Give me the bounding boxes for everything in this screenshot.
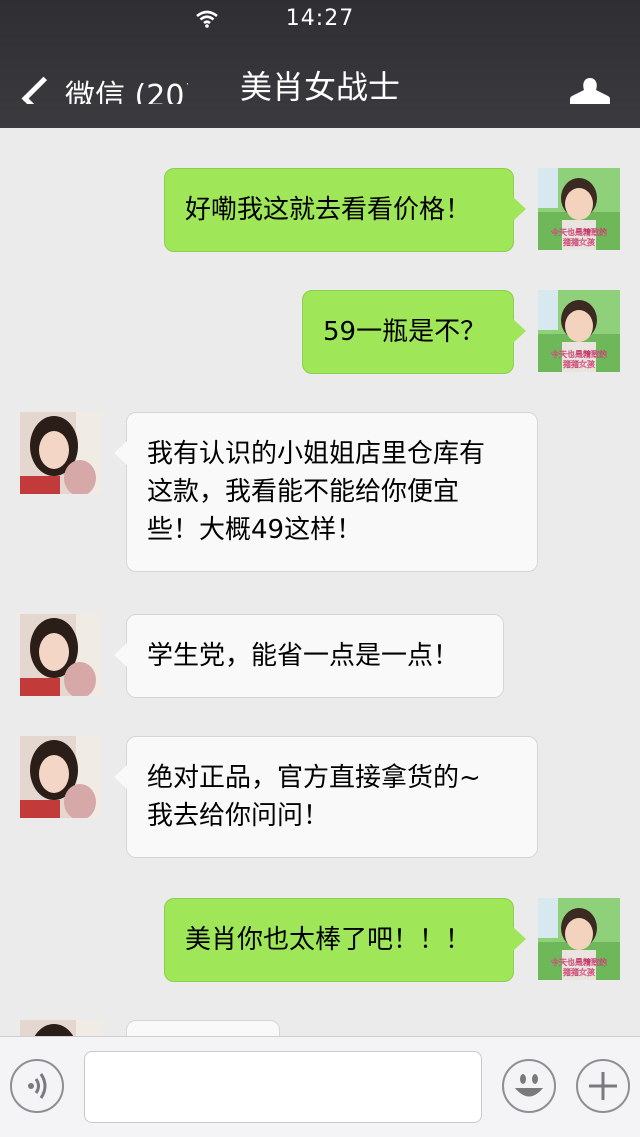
svg-text:今天也是精致的: 今天也是精致的 bbox=[551, 349, 607, 359]
person-icon[interactable] bbox=[570, 78, 610, 104]
my-avatar[interactable]: 今天也是精致的 猪猪女孩 bbox=[538, 168, 620, 250]
smiley-icon bbox=[515, 1074, 543, 1097]
voice-button[interactable] bbox=[10, 1059, 64, 1113]
svg-text:今天也是精致的: 今天也是精致的 bbox=[551, 227, 607, 237]
input-bar bbox=[0, 1036, 640, 1137]
svg-text:今天也是精致的: 今天也是精致的 bbox=[551, 957, 607, 967]
message-input[interactable] bbox=[84, 1051, 482, 1123]
my-avatar[interactable]: 今天也是精致的 猪猪女孩 bbox=[538, 290, 620, 372]
status-time: 14:27 bbox=[285, 6, 355, 31]
incoming-message-bubble[interactable] bbox=[126, 1020, 280, 1036]
nav-bar: 14:27 微信 (20) 美肖女战士 bbox=[0, 0, 640, 128]
svg-text:猪猪女孩: 猪猪女孩 bbox=[563, 359, 595, 369]
chat-scroll-area[interactable]: 今天也是精致的 猪猪女孩 好嘞我这就去看看价格！ 今天也是精致的 猪猪女孩 59… bbox=[0, 128, 640, 1036]
my-avatar[interactable]: 今天也是精致的 猪猪女孩 bbox=[538, 898, 620, 980]
outgoing-message-bubble[interactable]: 好嘞我这就去看看价格！ bbox=[164, 168, 526, 252]
voice-icon bbox=[28, 1073, 47, 1099]
contact-avatar[interactable] bbox=[20, 614, 102, 696]
plus-icon bbox=[589, 1072, 617, 1100]
chat-title: 美肖女战士 bbox=[239, 68, 400, 106]
incoming-message-bubble[interactable]: 学生党，能省一点是一点！ bbox=[114, 614, 504, 698]
contact-avatar[interactable] bbox=[20, 412, 102, 494]
incoming-message-bubble[interactable]: 我有认识的小姐姐店里仓库有 这款，我看能不能给你便宜 些！大概49这样！ bbox=[114, 412, 538, 572]
svg-text:猪猪女孩: 猪猪女孩 bbox=[563, 237, 595, 247]
contact-avatar[interactable] bbox=[20, 1020, 102, 1036]
outgoing-message-bubble[interactable]: 59一瓶是不？ bbox=[302, 290, 526, 374]
outgoing-message-bubble[interactable]: 美肖你也太棒了吧！！！ bbox=[164, 898, 526, 982]
incoming-message-bubble[interactable]: 绝对正品，官方直接拿货的~ 我去给你问问！ bbox=[114, 736, 538, 858]
more-button[interactable] bbox=[576, 1059, 630, 1113]
emoji-button[interactable] bbox=[502, 1059, 556, 1113]
svg-text:猪猪女孩: 猪猪女孩 bbox=[563, 967, 595, 977]
contact-avatar[interactable] bbox=[20, 736, 102, 818]
